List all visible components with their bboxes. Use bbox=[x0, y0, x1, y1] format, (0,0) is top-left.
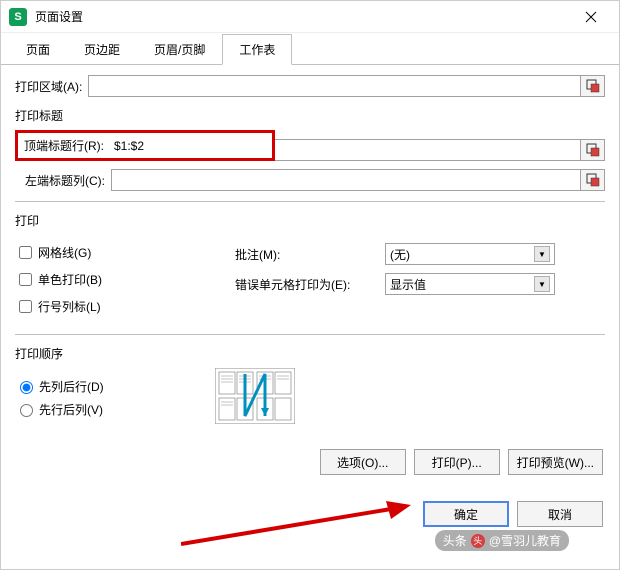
print-area-label: 打印区域(A): bbox=[15, 78, 82, 95]
gridlines-checkbox[interactable] bbox=[19, 246, 32, 259]
close-icon bbox=[585, 11, 597, 23]
chevron-down-icon: ▼ bbox=[534, 276, 550, 292]
over-then-down-radio[interactable] bbox=[20, 404, 33, 417]
left-col-ref-button[interactable] bbox=[581, 169, 605, 191]
print-button[interactable]: 打印(P)... bbox=[414, 449, 500, 475]
black-white-checkbox[interactable] bbox=[19, 273, 32, 286]
errors-value: 显示值 bbox=[390, 276, 426, 293]
top-row-ref-button[interactable] bbox=[581, 139, 605, 161]
options-button[interactable]: 选项(O)... bbox=[320, 449, 406, 475]
down-then-over-radio[interactable] bbox=[20, 381, 33, 394]
range-select-icon bbox=[586, 143, 600, 157]
row-col-headings-checkbox[interactable] bbox=[19, 300, 32, 313]
tab-margin[interactable]: 页边距 bbox=[67, 34, 137, 65]
left-col-input[interactable] bbox=[111, 169, 581, 191]
top-row-input[interactable] bbox=[112, 138, 212, 154]
comments-value: (无) bbox=[390, 246, 410, 263]
down-then-over-label: 先列后行(D) bbox=[39, 378, 104, 395]
window-title: 页面设置 bbox=[35, 8, 83, 25]
print-section: 打印 bbox=[15, 212, 605, 229]
tab-bar: 页面 页边距 页眉/页脚 工作表 bbox=[1, 33, 619, 65]
print-area-input[interactable] bbox=[88, 75, 581, 97]
watermark-icon: 头 bbox=[471, 534, 485, 548]
top-row-highlight: 顶端标题行(R): bbox=[15, 130, 275, 161]
app-icon: S bbox=[9, 8, 27, 26]
watermark-text: @雪羽儿教育 bbox=[489, 532, 561, 549]
black-white-label: 单色打印(B) bbox=[38, 271, 102, 288]
watermark-prefix: 头条 bbox=[443, 532, 467, 549]
comments-select[interactable]: (无) ▼ bbox=[385, 243, 555, 265]
errors-label: 错误单元格打印为(E): bbox=[235, 276, 385, 293]
over-then-down-label: 先行后列(V) bbox=[39, 401, 103, 418]
top-row-input-ext[interactable] bbox=[275, 139, 581, 161]
cancel-button[interactable]: 取消 bbox=[517, 501, 603, 527]
print-area-ref-button[interactable] bbox=[581, 75, 605, 97]
page-order-preview-icon bbox=[215, 368, 295, 427]
page-order-section: 打印顺序 bbox=[15, 345, 605, 362]
print-preview-button[interactable]: 打印预览(W)... bbox=[508, 449, 603, 475]
top-row-label: 顶端标题行(R): bbox=[24, 137, 104, 154]
close-button[interactable] bbox=[571, 1, 611, 33]
chevron-down-icon: ▼ bbox=[534, 246, 550, 262]
range-select-icon bbox=[586, 173, 600, 187]
left-col-label: 左端标题列(C): bbox=[25, 172, 105, 189]
print-titles-section: 打印标题 bbox=[15, 107, 605, 124]
tab-page[interactable]: 页面 bbox=[9, 34, 67, 65]
tab-header-footer[interactable]: 页眉/页脚 bbox=[137, 34, 222, 65]
tab-sheet[interactable]: 工作表 bbox=[222, 34, 292, 65]
ok-button[interactable]: 确定 bbox=[423, 501, 509, 527]
row-col-headings-label: 行号列标(L) bbox=[38, 298, 101, 315]
comments-label: 批注(M): bbox=[235, 246, 385, 263]
errors-select[interactable]: 显示值 ▼ bbox=[385, 273, 555, 295]
watermark: 头条 头 @雪羽儿教育 bbox=[435, 530, 569, 551]
gridlines-label: 网格线(G) bbox=[38, 244, 91, 261]
range-select-icon bbox=[586, 79, 600, 93]
